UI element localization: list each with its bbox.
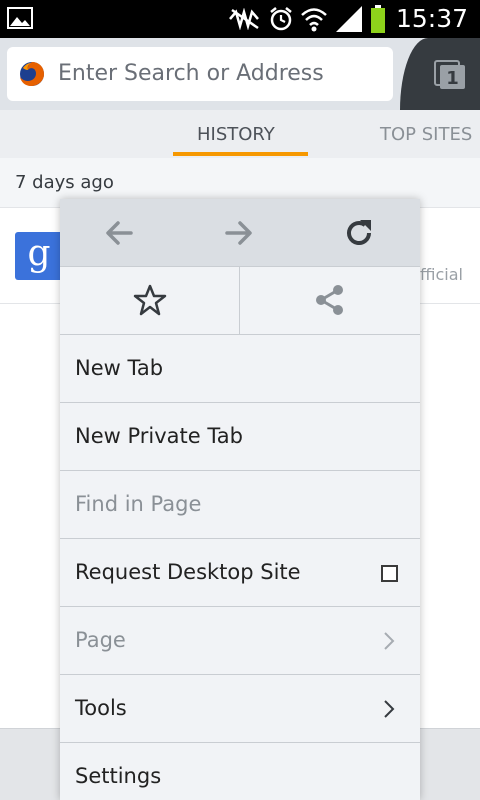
tabs-count: 1 [446,68,459,89]
menu-item-page[interactable]: Page [60,607,420,675]
menu-item-new-private-tab[interactable]: New Private Tab [60,403,420,471]
battery-icon [371,5,385,33]
status-bar: 15:37 [0,0,480,38]
signal-icon [336,6,362,32]
firefox-logo-icon [20,62,44,86]
url-bar: Enter Search or Address 1 [0,38,480,110]
menu-item-label: Tools [75,696,127,720]
panel-tabs: HISTORY TOP SITES [0,110,480,158]
bookmark-star-icon [133,284,167,316]
forward-icon[interactable] [221,215,257,251]
chevron-right-icon [384,632,395,650]
menu-item-label: New Private Tab [75,424,243,448]
tab-top-sites[interactable]: TOP SITES [380,124,472,145]
menu-item-label: Find in Page [75,492,202,516]
menu-item-label: Request Desktop Site [75,560,301,584]
menu-item-label: Page [75,628,126,652]
wifi-icon [301,8,327,32]
reload-icon[interactable] [341,215,377,251]
gallery-icon [7,7,33,29]
share-icon [316,285,343,315]
selected-tab-indicator [173,152,308,156]
alarm-icon [270,7,292,31]
mute-icon [229,8,259,30]
url-placeholder: Enter Search or Address [58,61,324,86]
status-time: 15:37 [395,4,468,33]
bookmark-button[interactable] [60,267,240,335]
history-url: fficial [420,265,463,284]
google-favicon-icon: g [15,232,63,280]
menu-action-row [60,267,420,335]
desktop-site-checkbox[interactable] [381,565,398,582]
chevron-right-icon [384,700,395,718]
share-button[interactable] [240,267,420,335]
overflow-menu: New Tab New Private Tab Find in Page Req… [60,199,420,800]
menu-item-tools[interactable]: Tools [60,675,420,743]
tabs-counter-icon[interactable]: 1 [434,60,466,90]
menu-item-settings[interactable]: Settings [60,743,420,800]
menu-item-find-in-page[interactable]: Find in Page [60,471,420,539]
menu-nav-row [60,199,420,267]
url-input[interactable]: Enter Search or Address [7,47,393,101]
menu-item-label: Settings [75,764,162,788]
menu-item-request-desktop-site[interactable]: Request Desktop Site [60,539,420,607]
menu-item-label: New Tab [75,356,164,380]
menu-item-new-tab[interactable]: New Tab [60,335,420,403]
section-header-label: 7 days ago [15,172,114,193]
tab-history[interactable]: HISTORY [197,124,275,145]
back-icon[interactable] [101,215,137,251]
system-icons [228,5,386,33]
